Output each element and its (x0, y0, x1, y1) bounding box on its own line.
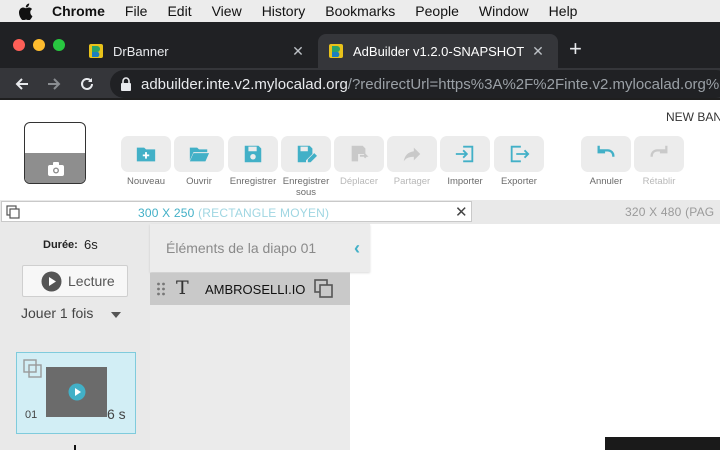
text-cursor (74, 445, 76, 450)
folder-plus-icon (136, 147, 156, 162)
url-path: /?redirectUrl=https%3A%2F%2Finte.v2.mylo… (347, 75, 720, 93)
duration-value[interactable]: 6s (84, 237, 98, 252)
play-label: Lecture (68, 273, 115, 289)
share-button[interactable] (387, 136, 437, 172)
browser-toolbar: adbuilder.inte.v2.mylocalad.org /?redire… (0, 68, 720, 100)
layer-name: AMBROSELLI.IO (205, 282, 306, 297)
tab-title: AdBuilder v1.2.0-SNAPSHOT (353, 43, 525, 59)
window-zoom-button[interactable] (53, 39, 65, 51)
menu-bookmarks[interactable]: Bookmarks (325, 3, 395, 19)
menu-file[interactable]: File (125, 3, 148, 19)
new-banner-link[interactable]: NEW BAN (666, 110, 720, 124)
apple-icon[interactable] (18, 3, 36, 20)
format-label: 300 X 250 (RECTANGLE MOYEN) (138, 206, 330, 220)
share-icon (403, 147, 421, 162)
move-label: Déplacer (339, 176, 379, 187)
export-label: Exporter (501, 176, 537, 187)
duplicate-layer-icon[interactable] (313, 278, 334, 299)
camera-icon[interactable] (47, 161, 65, 177)
share-label: Partager (393, 176, 431, 187)
text-type-icon: T (176, 277, 189, 299)
menu-people[interactable]: People (415, 3, 459, 19)
format-tab-300x250[interactable]: 300 X 250 (RECTANGLE MOYEN) ✕ (1, 201, 472, 222)
save-as-icon (297, 145, 317, 163)
lock-icon[interactable] (120, 77, 132, 91)
slide-thumbnail-01[interactable]: 01 6 s (16, 352, 136, 434)
menu-history[interactable]: History (262, 3, 306, 19)
undo-button[interactable] (581, 136, 631, 172)
tab-title: DrBanner (113, 43, 169, 59)
new-label: Nouveau (126, 176, 166, 187)
import-button[interactable] (440, 136, 490, 172)
new-button[interactable] (121, 136, 171, 172)
slide-duration: 6 s (107, 406, 126, 422)
drag-handle-icon[interactable] (156, 282, 166, 296)
import-icon (455, 145, 474, 163)
duplicate-slide-icon[interactable] (23, 359, 43, 379)
save-icon (244, 145, 262, 163)
tab-close-icon[interactable]: ✕ (290, 43, 306, 60)
move-icon (351, 145, 369, 162)
close-format-icon[interactable]: ✕ (455, 203, 468, 221)
new-tab-plus-icon[interactable]: + (569, 36, 582, 62)
layers-title: Éléments de la diapo 01 (166, 240, 317, 256)
undo-icon (597, 145, 615, 157)
chevron-down-icon[interactable] (111, 312, 121, 318)
banner-canvas-preview[interactable] (605, 437, 720, 450)
play-button[interactable]: Lecture (22, 265, 128, 297)
mac-menu-bar: Chrome File Edit View History Bookmarks … (0, 0, 720, 22)
window-minimize-button[interactable] (33, 39, 45, 51)
forward-arrow-icon[interactable] (43, 73, 65, 95)
open-label: Ouvrir (186, 176, 212, 187)
browser-tab-strip: DrBanner ✕ AdBuilder v1.2.0-SNAPSHOT ✕ + (0, 22, 720, 68)
menu-edit[interactable]: Edit (167, 3, 191, 19)
open-button[interactable] (174, 136, 224, 172)
play-preview-icon[interactable] (68, 383, 86, 401)
import-label: Importer (447, 176, 483, 187)
reload-icon[interactable] (76, 73, 98, 95)
layers-header: Éléments de la diapo 01 ‹ (150, 224, 370, 272)
slide-number: 01 (25, 409, 38, 421)
back-arrow-icon[interactable] (11, 73, 33, 95)
menu-chrome[interactable]: Chrome (52, 3, 105, 19)
redo-label: Rétablir (642, 176, 676, 187)
format-tab-320x480[interactable]: 320 X 480 (PAG (625, 205, 714, 219)
tab-close-icon[interactable]: ✕ (530, 43, 546, 60)
save-label: Enregistrer (229, 176, 277, 187)
redo-button[interactable] (634, 136, 684, 172)
layer-item[interactable]: T AMBROSELLI.IO (150, 273, 350, 305)
undo-label: Annuler (589, 176, 623, 187)
duration-label: Durée: (43, 239, 78, 251)
url-host: adbuilder.inte.v2.mylocalad.org (141, 75, 348, 93)
app-logo-icon (329, 44, 343, 58)
save-as-button[interactable] (281, 136, 331, 172)
export-icon (510, 145, 530, 163)
play-icon (41, 271, 62, 291)
save-as-label: Enregistrer sous (282, 176, 330, 198)
slide-preview (46, 367, 107, 417)
duplicate-icon[interactable] (6, 205, 20, 219)
collapse-chevron-icon[interactable]: ‹ (354, 238, 360, 259)
window-close-button[interactable] (13, 39, 25, 51)
browser-tab-adbuilder[interactable]: AdBuilder v1.2.0-SNAPSHOT ✕ (318, 34, 558, 68)
redo-icon (650, 145, 668, 157)
save-button[interactable] (228, 136, 278, 172)
loop-select[interactable]: Jouer 1 fois (21, 305, 93, 321)
menu-view[interactable]: View (212, 3, 242, 19)
export-button[interactable] (494, 136, 544, 172)
folder-open-icon (189, 147, 210, 162)
browser-tab-drbanner[interactable]: DrBanner ✕ (78, 34, 318, 68)
move-button[interactable] (334, 136, 384, 172)
menu-help[interactable]: Help (549, 3, 578, 19)
menu-window[interactable]: Window (479, 3, 529, 19)
banner-thumbnail[interactable] (24, 122, 86, 184)
app-logo-icon (89, 44, 103, 58)
address-bar[interactable]: adbuilder.inte.v2.mylocalad.org /?redire… (110, 70, 720, 98)
